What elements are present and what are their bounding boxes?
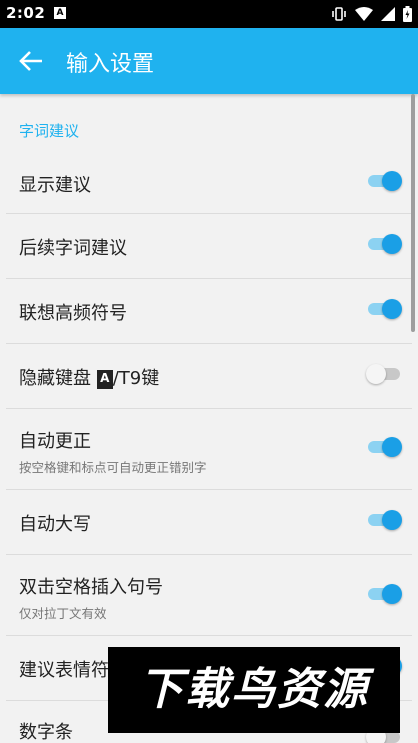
frequent-symbols-toggle[interactable] [366,298,402,320]
keyboard-a-icon: A [96,370,113,389]
setting-row-next-word[interactable]: 后续字词建议 [0,214,418,278]
setting-label-suffix: /T9键 [112,368,160,389]
setting-row-hide-key[interactable]: 隐藏键盘 A/T9键 [0,344,418,408]
setting-subtitle: 仅对拉丁文有效 [19,606,107,621]
autocorrect-toggle[interactable] [366,436,402,458]
setting-row-show-suggestions[interactable]: 显示建议 [0,153,418,213]
scrollbar[interactable] [411,94,415,332]
status-icons [331,5,412,23]
setting-label: 联想高频符号 [19,303,127,324]
status-time: 2:02 [6,4,46,22]
double-space-toggle[interactable] [366,583,402,605]
hide-key-toggle[interactable] [366,363,402,385]
setting-label: 显示建议 [19,175,91,196]
section-header-suggestions: 字词建议 [19,122,80,140]
setting-label: 双击空格插入句号 [19,577,163,598]
setting-label-prefix: 隐藏键盘 [19,368,97,389]
setting-row-autocaps[interactable]: 自动大写 [0,490,418,554]
setting-subtitle: 按空格键和标点可自动更正错别字 [19,460,207,475]
setting-label: 自动更正 [19,431,91,452]
autocaps-toggle[interactable] [366,509,402,531]
app-bar: 输入设置 [0,28,418,94]
page-title: 输入设置 [66,52,155,77]
status-bar: 2:02 A [0,0,418,28]
setting-label: 数字条 [19,722,73,743]
notification-a-icon: A [54,7,66,19]
setting-row-frequent-symbols[interactable]: 联想高频符号 [0,279,418,343]
vibrate-icon [332,7,346,21]
watermark-logo: 下载鸟资源 [108,647,400,733]
setting-row-autocorrect[interactable]: 自动更正 按空格键和标点可自动更正错别字 [0,409,418,489]
setting-label: 自动大写 [19,514,91,535]
settings-list: 字词建议 显示建议 后续字词建议 联想高频符号 隐藏键盘 A/T9键 自动更正 … [0,94,418,743]
setting-row-double-space[interactable]: 双击空格插入句号 仅对拉丁文有效 [0,555,418,635]
back-arrow-icon[interactable] [17,48,45,74]
next-word-toggle[interactable] [366,233,402,255]
setting-label: 建议表情符 [19,660,109,681]
show-suggestions-toggle[interactable] [366,170,402,192]
setting-label: 后续字词建议 [19,238,127,259]
signal-icon [381,7,395,21]
setting-label: 隐藏键盘 A/T9键 [19,364,159,390]
wifi-icon [355,7,373,21]
battery-icon [403,6,412,22]
